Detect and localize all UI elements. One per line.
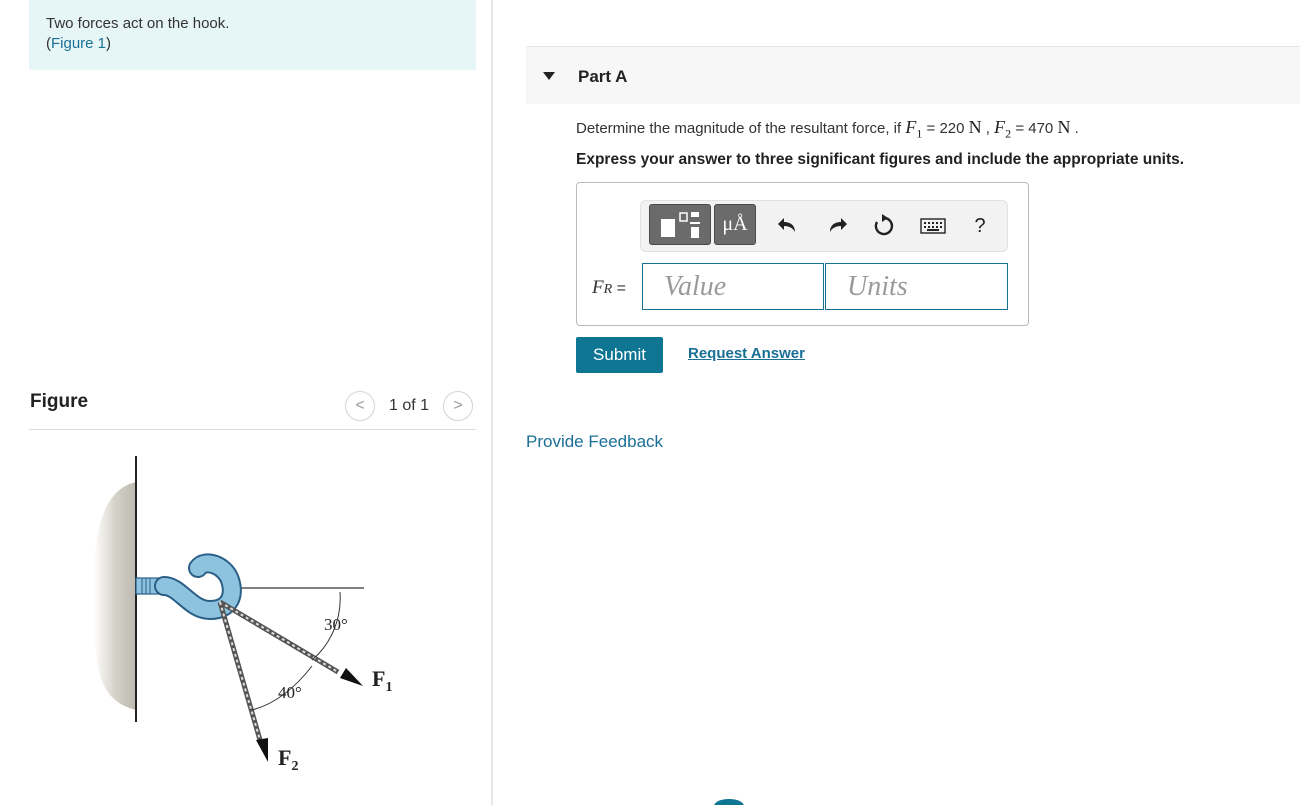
provide-feedback-link[interactable]: Provide Feedback xyxy=(526,432,663,452)
help-badge[interactable] xyxy=(714,799,744,805)
hook-figure: 30° 40° F1 F2 xyxy=(93,456,392,774)
redo-icon[interactable] xyxy=(824,213,850,239)
part-title: Part A xyxy=(578,67,628,86)
panel-divider xyxy=(491,0,493,805)
f2-symbol: F xyxy=(994,117,1006,137)
figure-ref-close: ) xyxy=(106,35,112,52)
f1-expression: F1 xyxy=(905,117,922,141)
figure-title: Figure xyxy=(30,391,89,412)
figure-header: Figure < 1 of 1 > xyxy=(29,388,476,430)
figure-prev-button[interactable]: < xyxy=(345,391,375,421)
instruction-text: Express your answer to three significant… xyxy=(576,151,1185,168)
templates-button[interactable] xyxy=(649,204,711,245)
question-prefix: Determine the magnitude of the resultant… xyxy=(576,120,906,137)
answer-label-eq: = xyxy=(612,280,626,297)
keyboard-icon[interactable] xyxy=(918,213,948,239)
force1-letter: F xyxy=(372,666,385,691)
question-text: Determine the magnitude of the resultant… xyxy=(576,117,1079,142)
question-end: . xyxy=(1070,120,1079,137)
angle-label-30: 30° xyxy=(324,615,348,634)
figure-next-button[interactable]: > xyxy=(443,391,473,421)
angle-label-40: 40° xyxy=(278,683,302,702)
intro-figure-ref: (Figure 1) xyxy=(46,34,459,54)
reset-icon[interactable] xyxy=(871,213,897,239)
figure-pager-count: 1 of 1 xyxy=(389,397,430,414)
f2-value: = 470 xyxy=(1011,120,1058,137)
request-answer-link[interactable]: Request Answer xyxy=(688,345,805,362)
intro-text: Two forces act on the hook. xyxy=(46,15,230,32)
caret-down-icon xyxy=(543,72,555,80)
chevron-left-icon: < xyxy=(355,397,365,414)
submit-button[interactable]: Submit xyxy=(576,337,663,373)
templates-icon xyxy=(661,211,700,238)
f2-expression: F2 xyxy=(994,117,1011,141)
wall-shading xyxy=(93,482,136,710)
units-button[interactable]: μÅ xyxy=(714,204,756,245)
f1-value: = 220 xyxy=(922,120,969,137)
hook xyxy=(135,553,242,621)
force2-sub: 2 xyxy=(291,759,298,774)
arrow-f1 xyxy=(340,668,363,686)
chevron-right-icon: > xyxy=(453,397,463,414)
part-a-header[interactable]: Part A xyxy=(526,46,1300,104)
f2-unit: N xyxy=(1057,117,1071,137)
intro-box: Two forces act on the hook. (Figure 1) xyxy=(29,0,476,70)
value-input[interactable] xyxy=(642,263,824,310)
undo-icon[interactable] xyxy=(775,213,801,239)
force1-sub: 1 xyxy=(385,680,392,695)
math-toolbar: μÅ ? xyxy=(640,200,1008,252)
separator: , xyxy=(981,120,995,137)
answer-box: μÅ ? FR = xyxy=(576,182,1029,326)
force2-letter: F xyxy=(278,745,291,770)
answer-label-symbol: F xyxy=(592,277,604,298)
units-input[interactable] xyxy=(825,263,1008,310)
f1-unit: N xyxy=(968,117,982,137)
arrow-f2 xyxy=(256,738,268,762)
help-button[interactable]: ? xyxy=(967,213,993,239)
force-label-f2: F2 xyxy=(278,745,298,774)
f1-symbol: F xyxy=(905,117,917,137)
figure-1-link[interactable]: Figure 1 xyxy=(51,35,106,52)
answer-label: FR = xyxy=(592,277,626,299)
answer-label-sub: R xyxy=(603,282,613,297)
force-label-f1: F1 xyxy=(372,666,392,695)
